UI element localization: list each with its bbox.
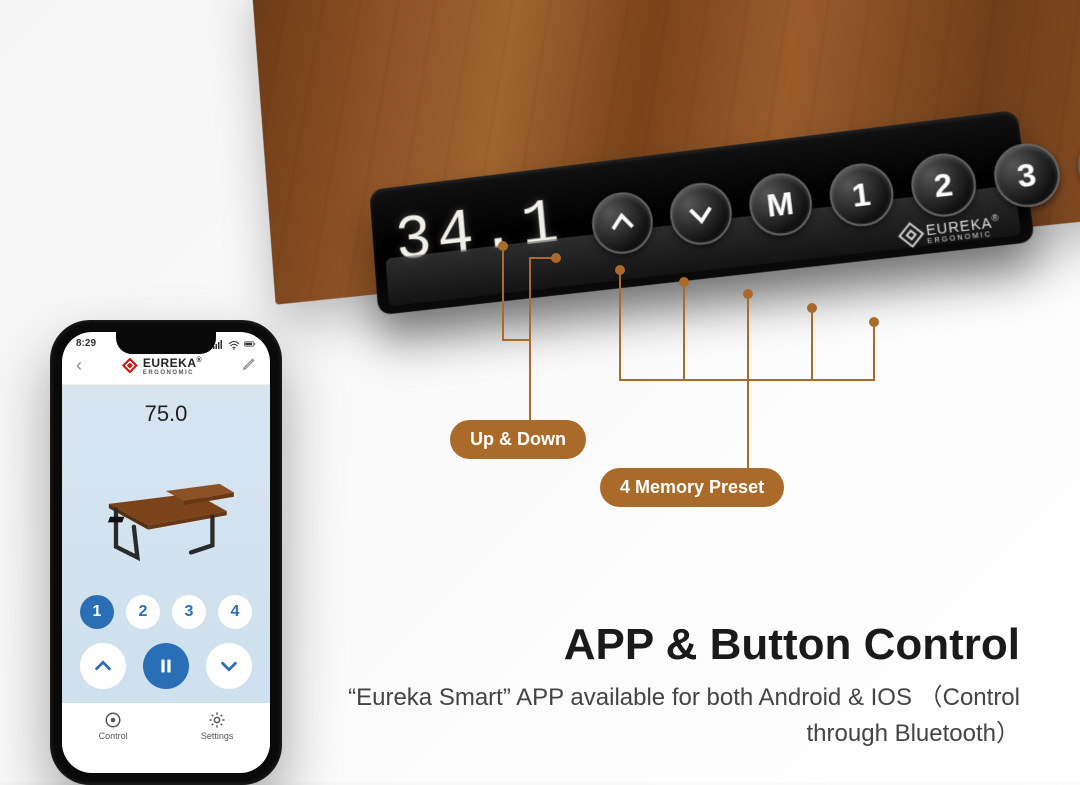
app-brand: EUREKA® ERGONOMIC [122, 356, 202, 376]
phone-screen: 8:29 ‹ EUREKA® [62, 332, 270, 773]
callout-presets: 4 Memory Preset [600, 468, 784, 507]
up-button[interactable] [589, 189, 655, 257]
app-up-button[interactable] [80, 643, 126, 689]
control-icon [104, 711, 122, 729]
app-preset-4[interactable]: 4 [218, 595, 252, 629]
footer-settings-tab[interactable]: Settings [201, 711, 234, 741]
panel-brand: EUREKA® ERGONOMIC [900, 213, 1002, 248]
chevron-down-icon [684, 197, 717, 230]
brand-logo-icon [898, 222, 924, 248]
app-preset-row: 1 2 3 4 [74, 591, 258, 633]
wifi-icon [228, 339, 240, 349]
app-pause-button[interactable] [143, 643, 189, 689]
preset-2-button[interactable]: 2 [907, 150, 979, 220]
phone-mockup: 8:29 ‹ EUREKA® [50, 320, 282, 785]
brand-logo-icon [122, 358, 138, 374]
battery-icon [244, 339, 256, 349]
memory-button[interactable]: M [746, 170, 815, 239]
app-footer: Control Settings [62, 703, 270, 747]
app-preset-2[interactable]: 2 [126, 595, 160, 629]
height-display: 34.1 [393, 189, 567, 279]
chevron-up-icon [92, 655, 114, 677]
chevron-up-icon [606, 207, 638, 240]
app-preset-1[interactable]: 1 [80, 595, 114, 629]
app-down-button[interactable] [206, 643, 252, 689]
gear-icon [208, 711, 226, 729]
headline: APP & Button Control [564, 620, 1020, 670]
phone-notch [116, 332, 216, 354]
subheadline: “Eureka Smart” APP available for both An… [330, 680, 1020, 752]
app-main: 75.0 1 2 3 [62, 385, 270, 703]
down-button[interactable] [667, 179, 735, 248]
chevron-down-icon [218, 655, 240, 677]
preset-1-button[interactable]: 1 [826, 160, 897, 230]
callout-up-down: Up & Down [450, 420, 586, 459]
app-header: ‹ EUREKA® ERGONOMIC [62, 351, 270, 385]
app-control-row [74, 633, 258, 693]
pause-icon [155, 655, 177, 677]
back-icon[interactable]: ‹ [76, 355, 82, 376]
edit-icon[interactable] [242, 357, 256, 374]
footer-control-tab[interactable]: Control [99, 711, 128, 741]
status-time: 8:29 [76, 338, 96, 349]
app-preset-3[interactable]: 3 [172, 595, 206, 629]
app-height-value: 75.0 [74, 395, 258, 431]
desk-illustration [74, 431, 258, 591]
